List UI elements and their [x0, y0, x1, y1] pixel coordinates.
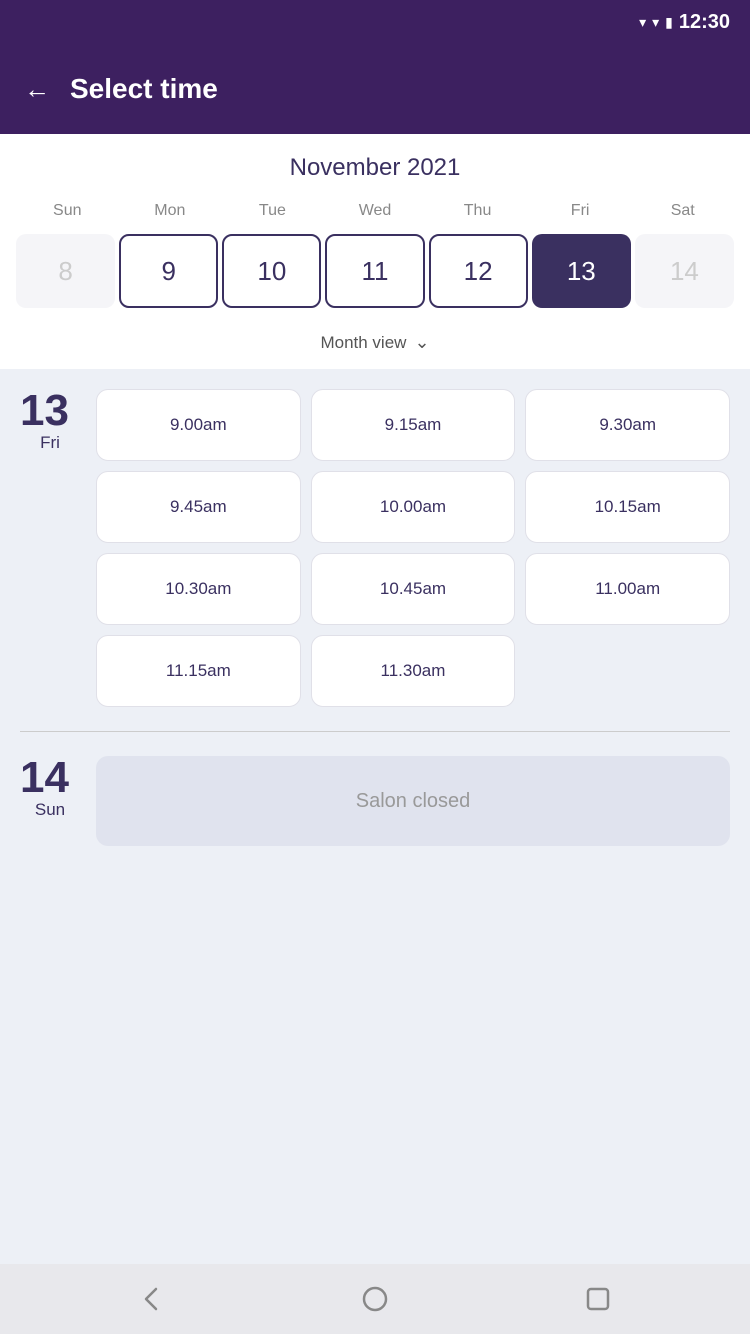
day-block-14: 14 Sun Salon closed	[0, 756, 750, 846]
calendar-section: November 2021 Sun Mon Tue Wed Thu Fri Sa…	[0, 134, 750, 369]
page-title: Select time	[70, 73, 218, 105]
cal-day-13[interactable]: 13	[532, 234, 631, 308]
day-header-tue: Tue	[221, 198, 324, 224]
cal-day-9[interactable]: 9	[119, 234, 218, 308]
month-view-toggle[interactable]: Month view ⌄	[16, 318, 734, 369]
day-headers: Sun Mon Tue Wed Thu Fri Sat	[16, 198, 734, 224]
month-view-label: Month view	[320, 333, 406, 353]
status-time: 12:30	[679, 11, 730, 34]
calendar-row: 8 9 10 11 12 13 14	[16, 234, 734, 308]
battery-icon: ▮	[665, 14, 673, 31]
day-label-14: 14 Sun	[20, 756, 80, 820]
day-header-fri: Fri	[529, 198, 632, 224]
cal-day-12[interactable]: 12	[429, 234, 528, 308]
time-slot-945[interactable]: 9.45am	[96, 471, 301, 543]
time-slot-1130[interactable]: 11.30am	[311, 635, 516, 707]
chevron-down-icon: ⌄	[414, 332, 429, 353]
time-slot-930[interactable]: 9.30am	[525, 389, 730, 461]
time-slot-1100[interactable]: 11.00am	[525, 553, 730, 625]
day-block-13: 13 Fri 9.00am 9.15am 9.30am 9.45am 10.00…	[0, 369, 750, 707]
day-header-sun: Sun	[16, 198, 119, 224]
time-slot-1045[interactable]: 10.45am	[311, 553, 516, 625]
recents-nav-icon	[584, 1285, 612, 1313]
nav-recents-button[interactable]	[580, 1281, 616, 1317]
time-slot-1015[interactable]: 10.15am	[525, 471, 730, 543]
nav-back-button[interactable]	[134, 1281, 170, 1317]
month-title: November 2021	[16, 154, 734, 182]
day-header-thu: Thu	[426, 198, 529, 224]
nav-home-button[interactable]	[357, 1281, 393, 1317]
cal-day-11[interactable]: 11	[325, 234, 424, 308]
header: ← Select time	[0, 44, 750, 134]
time-slot-915[interactable]: 9.15am	[311, 389, 516, 461]
status-bar: ▾ ▾ ▮ 12:30	[0, 0, 750, 44]
home-nav-icon	[361, 1285, 389, 1313]
time-slot-1115[interactable]: 11.15am	[96, 635, 301, 707]
cal-day-14: 14	[635, 234, 734, 308]
time-grid-13: 9.00am 9.15am 9.30am 9.45am 10.00am 10.1…	[96, 389, 730, 707]
section-divider	[20, 731, 730, 732]
day-header-wed: Wed	[324, 198, 427, 224]
cal-day-8: 8	[16, 234, 115, 308]
bottom-nav	[0, 1264, 750, 1334]
day-header-sat: Sat	[631, 198, 734, 224]
time-slot-1030[interactable]: 10.30am	[96, 553, 301, 625]
status-icons: ▾ ▾ ▮ 12:30	[639, 11, 730, 34]
back-nav-icon	[138, 1285, 166, 1313]
day-header-mon: Mon	[119, 198, 222, 224]
salon-closed-text: Salon closed	[356, 790, 471, 813]
day-label-13: 13 Fri	[20, 389, 80, 707]
day-name-13: Fri	[20, 433, 80, 453]
time-slot-1000[interactable]: 10.00am	[311, 471, 516, 543]
time-slot-900[interactable]: 9.00am	[96, 389, 301, 461]
signal-icon: ▾	[652, 14, 659, 31]
back-button[interactable]: ←	[24, 74, 50, 105]
salon-closed-message: Salon closed	[96, 756, 730, 846]
cal-day-10[interactable]: 10	[222, 234, 321, 308]
day-name-14: Sun	[20, 800, 80, 820]
wifi-icon: ▾	[639, 14, 646, 31]
time-section: 13 Fri 9.00am 9.15am 9.30am 9.45am 10.00…	[0, 369, 750, 1264]
day-number-13: 13	[20, 389, 80, 433]
day-number-14: 14	[20, 756, 80, 800]
